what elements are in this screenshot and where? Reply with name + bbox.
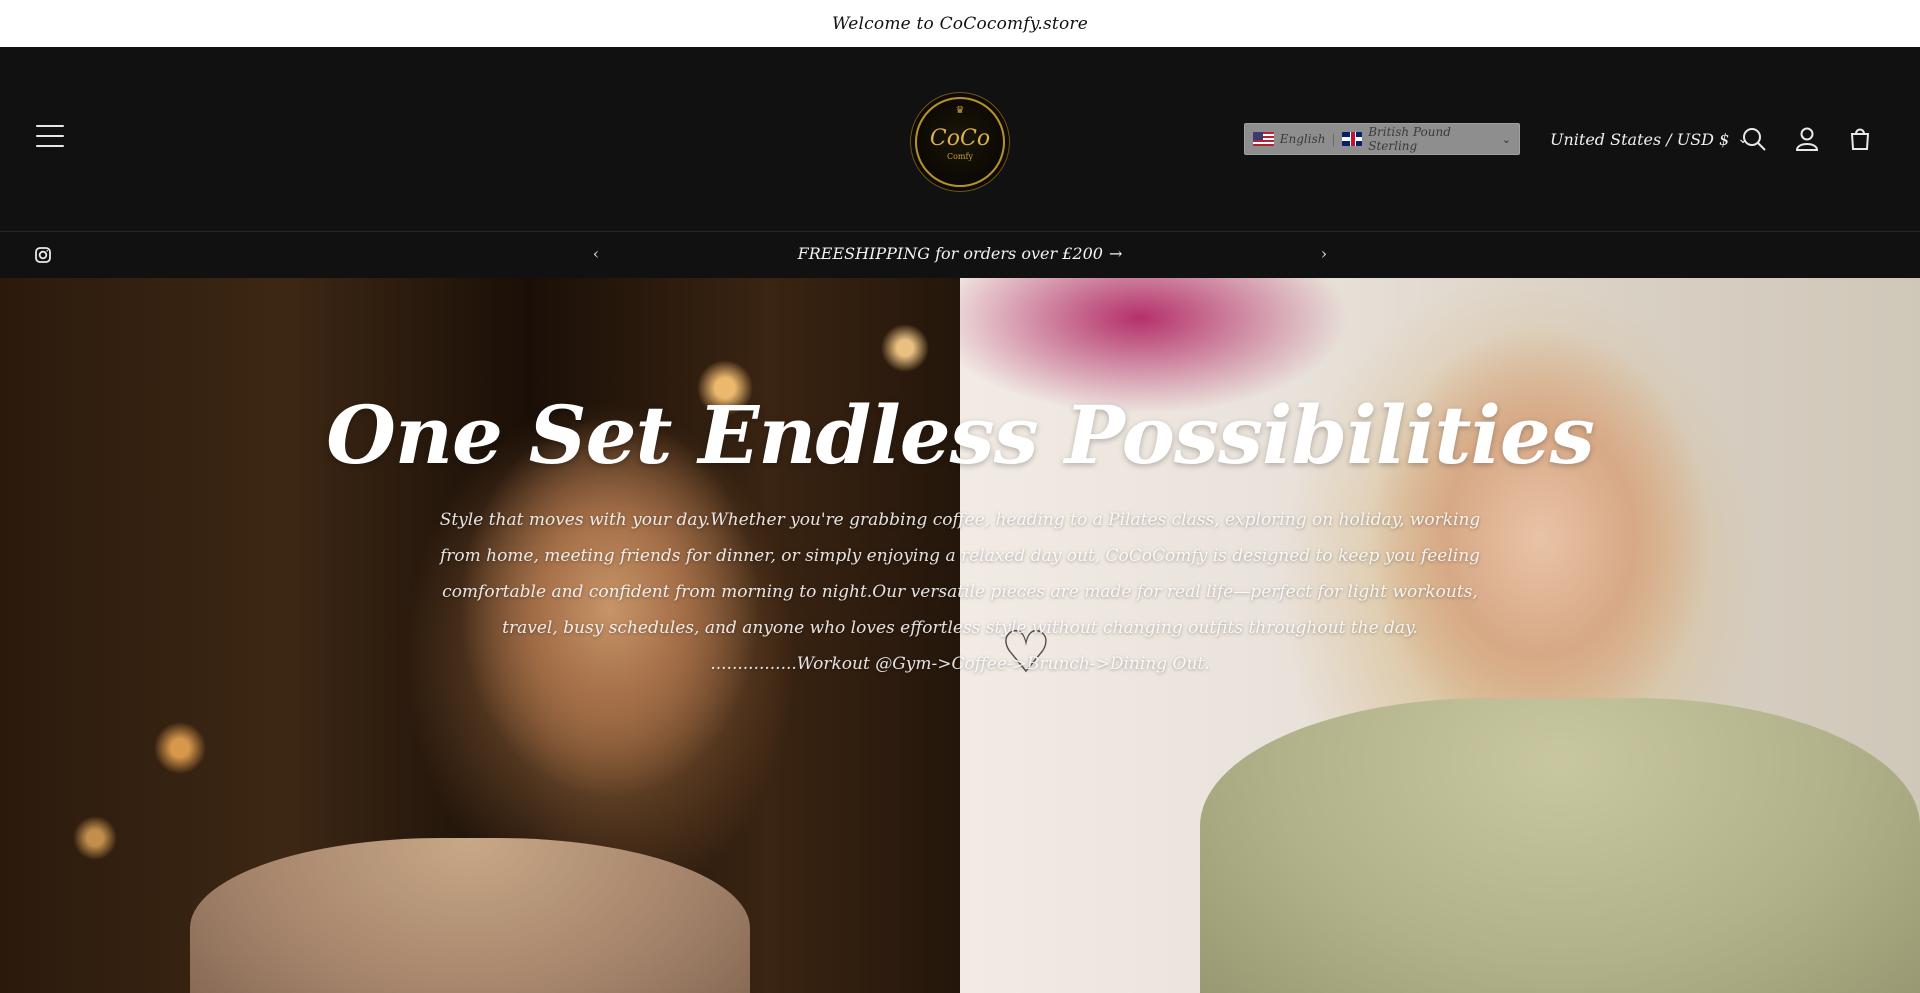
hero-banner: ♡ One Set Endless Possibilities Style th… <box>0 278 1920 993</box>
hero-image-detail <box>1200 698 1920 993</box>
language-currency-selector[interactable]: English | British Pound Sterling ⌄ <box>1244 123 1520 155</box>
search-icon[interactable] <box>1740 125 1768 153</box>
chevron-down-icon: ⌄ <box>1501 132 1512 146</box>
cart-icon[interactable] <box>1846 125 1874 153</box>
currency-label: British Pound Sterling <box>1368 125 1451 153</box>
logo-emblem: ♛ CoCo Comfy <box>915 97 1005 187</box>
crown-icon: ♛ <box>955 105 965 116</box>
site-logo[interactable]: ♛ CoCo Comfy <box>900 87 1020 197</box>
country-label: United States / USD $ <box>1550 129 1730 149</box>
uk-flag-icon <box>1341 132 1363 146</box>
us-flag-icon <box>1253 132 1274 146</box>
announcement-link[interactable]: FREESHIPPING for orders over £200 → <box>760 244 1160 263</box>
account-icon[interactable] <box>1793 125 1821 153</box>
arrow-right-icon: → <box>1108 244 1123 263</box>
country-selector[interactable]: United States / USD $ ⌄ <box>1550 127 1749 151</box>
instagram-icon[interactable] <box>34 246 52 264</box>
hero-description: Style that moves with your day.Whether y… <box>439 510 1481 674</box>
announcement-text: FREESHIPPING for orders over £200 <box>797 244 1103 263</box>
welcome-bar: Welcome to CoCocomfy.store <box>0 0 1920 47</box>
hamburger-menu-icon[interactable] <box>36 125 64 149</box>
chevron-left-icon[interactable]: ‹ <box>586 244 606 264</box>
logo-sub-text: Comfy <box>946 151 973 161</box>
hero-title: One Set Endless Possibilities <box>326 388 1595 482</box>
chevron-right-icon[interactable]: › <box>1314 244 1334 264</box>
site-header: ♛ CoCo Comfy English | British Pound Ste… <box>0 47 1920 232</box>
announcement-bar: ‹ FREESHIPPING for orders over £200 → › <box>0 232 1920 278</box>
welcome-text: Welcome to CoCocomfy.store <box>832 13 1088 34</box>
divider: | <box>1331 132 1336 146</box>
logo-main-text: CoCo <box>929 125 991 151</box>
language-label: English <box>1279 132 1326 146</box>
hero-image-detail <box>190 838 750 993</box>
